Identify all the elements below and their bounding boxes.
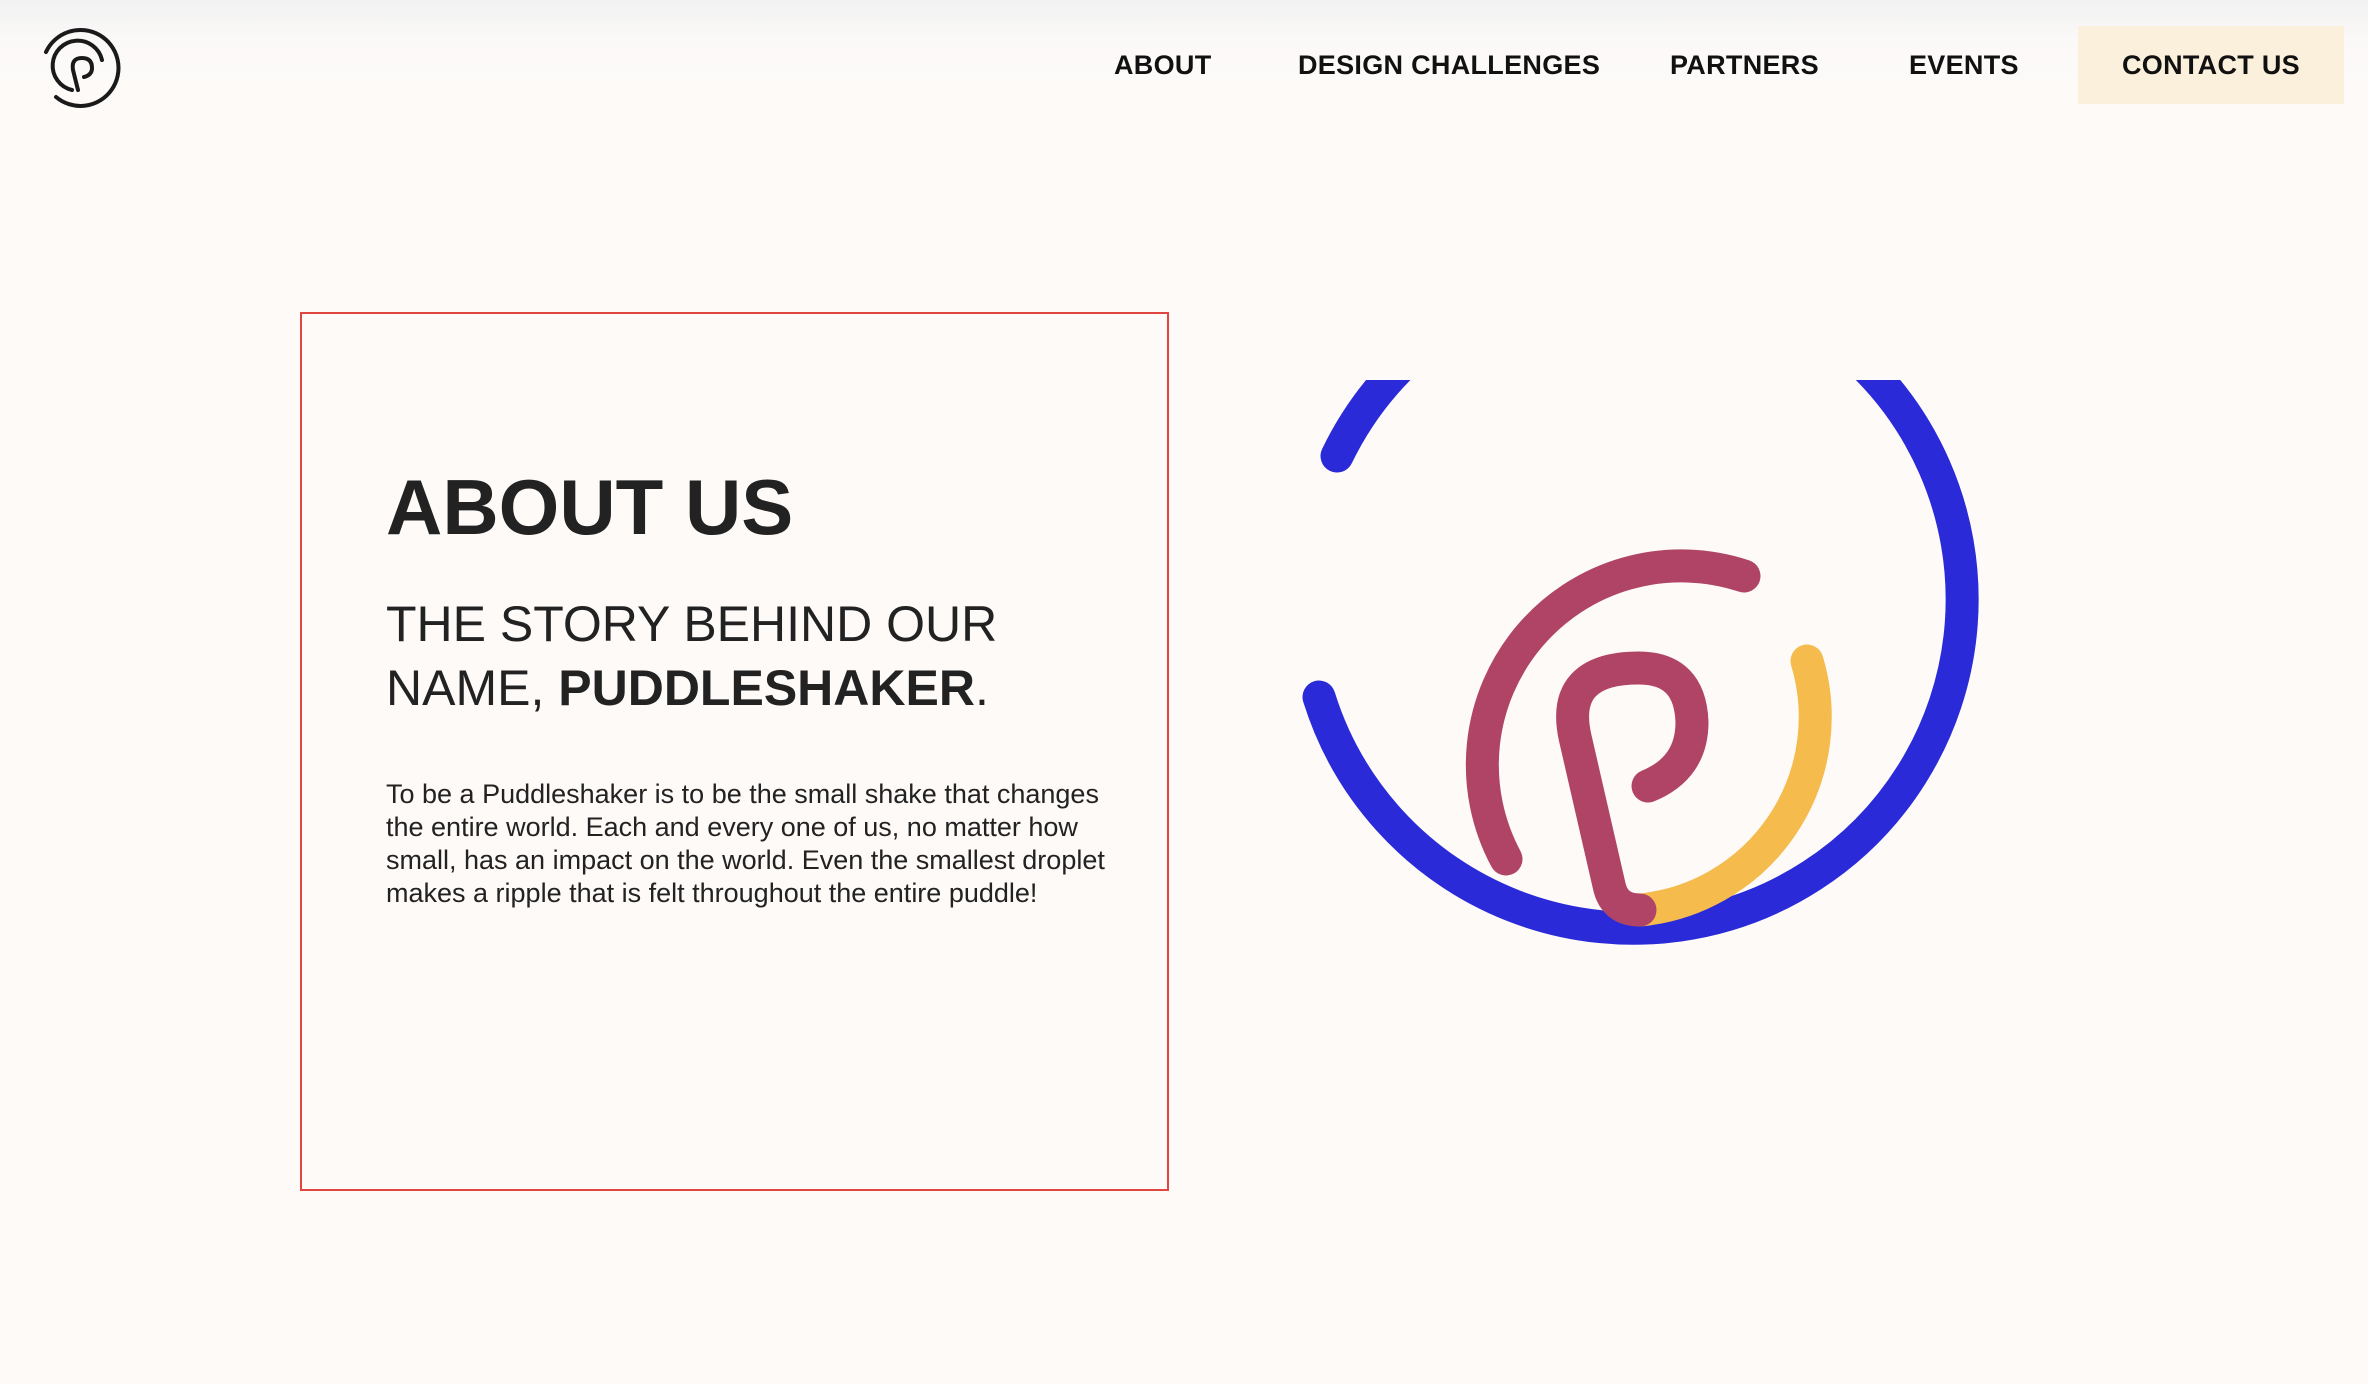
- about-title: ABOUT US: [386, 463, 794, 551]
- nav-events-link[interactable]: EVENTS: [1909, 26, 2019, 104]
- puddleshaker-emblem-icon: [1302, 380, 1979, 945]
- contact-us-button[interactable]: CONTACT US: [2078, 26, 2344, 104]
- story-subtitle-suffix: .: [974, 660, 989, 716]
- nav-partners-link[interactable]: PARTNERS: [1670, 26, 1819, 104]
- nav-about-link[interactable]: ABOUT: [1114, 26, 1212, 104]
- puddleshaker-logo-icon[interactable]: [34, 20, 126, 112]
- about-card: [300, 312, 1169, 1191]
- story-subtitle-line2: NAME, PUDDLESHAKER.: [386, 656, 997, 720]
- story-subtitle-prefix: NAME,: [386, 660, 559, 716]
- about-body-text: To be a Puddleshaker is to be the small …: [386, 779, 1105, 908]
- story-subtitle: THE STORY BEHIND OUR NAME, PUDDLESHAKER.: [386, 592, 997, 720]
- story-subtitle-line1: THE STORY BEHIND OUR: [386, 596, 998, 652]
- puddleshaker-name: PUDDLESHAKER: [558, 660, 975, 716]
- nav-design-challenges-link[interactable]: DESIGN CHALLENGES: [1298, 26, 1600, 104]
